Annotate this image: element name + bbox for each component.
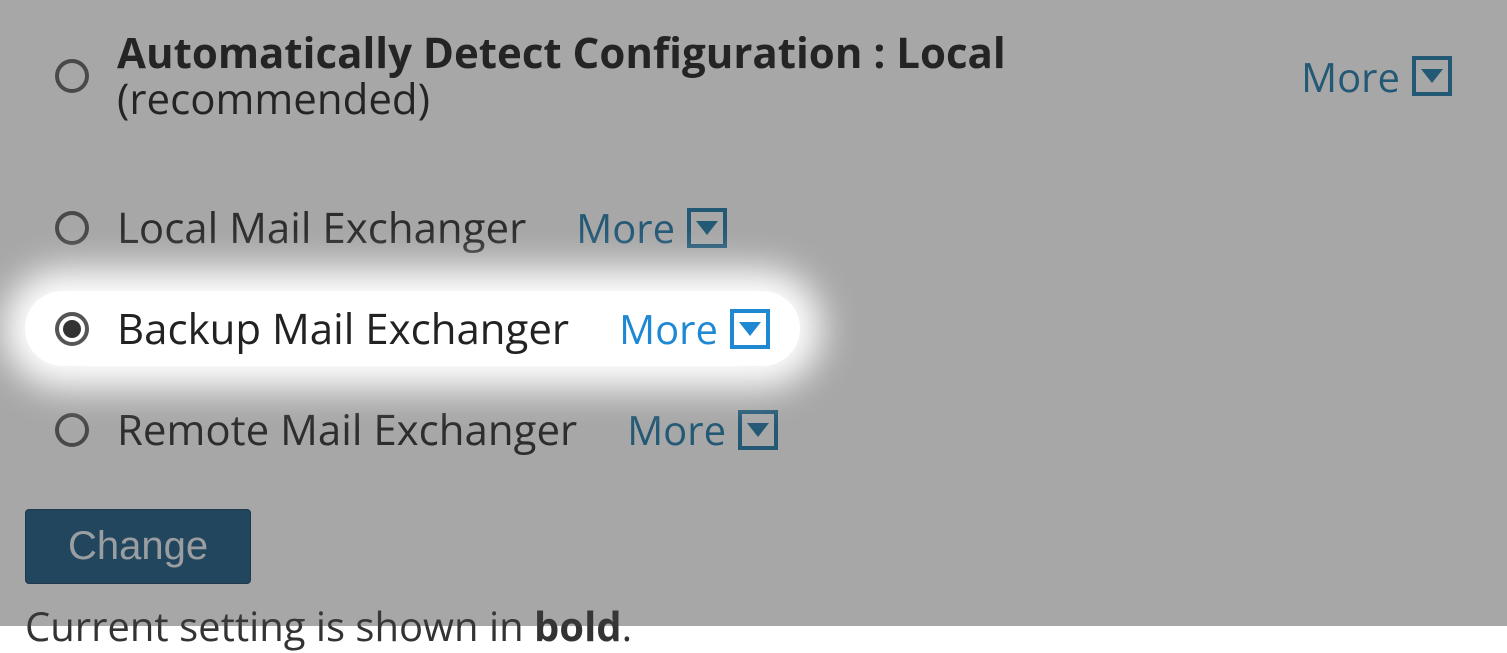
chevron-down-icon xyxy=(687,208,727,248)
option-auto-detect[interactable]: Automatically Detect Configuration : Loc… xyxy=(25,20,1482,132)
more-label: More xyxy=(619,301,718,356)
option-label: Remote Mail Exchanger xyxy=(117,407,577,453)
more-label: More xyxy=(1301,49,1400,104)
radio-icon xyxy=(55,211,89,245)
option-local-mail-exchanger[interactable]: Local Mail Exchanger More xyxy=(25,190,1482,265)
radio-icon xyxy=(55,413,89,447)
chevron-down-icon xyxy=(730,309,770,349)
more-label: More xyxy=(627,402,726,457)
option-backup-mail-exchanger[interactable]: Backup Mail Exchanger More xyxy=(25,291,800,366)
radio-icon xyxy=(55,59,89,93)
email-routing-form: Automatically Detect Configuration : Loc… xyxy=(0,0,1507,626)
chevron-down-icon xyxy=(1412,56,1452,96)
option-label: Backup Mail Exchanger xyxy=(117,306,569,352)
more-label: More xyxy=(576,200,675,255)
more-toggle[interactable]: More xyxy=(627,402,778,457)
more-toggle[interactable]: More xyxy=(1301,49,1452,104)
more-toggle[interactable]: More xyxy=(619,301,770,356)
chevron-down-icon xyxy=(738,410,778,450)
change-button[interactable]: Change xyxy=(25,509,251,584)
more-toggle[interactable]: More xyxy=(576,200,727,255)
option-label: Automatically Detect Configuration : Loc… xyxy=(117,30,1251,122)
option-remote-mail-exchanger[interactable]: Remote Mail Exchanger More xyxy=(25,392,1482,467)
option-label: Local Mail Exchanger xyxy=(117,205,526,251)
radio-icon xyxy=(55,312,89,346)
